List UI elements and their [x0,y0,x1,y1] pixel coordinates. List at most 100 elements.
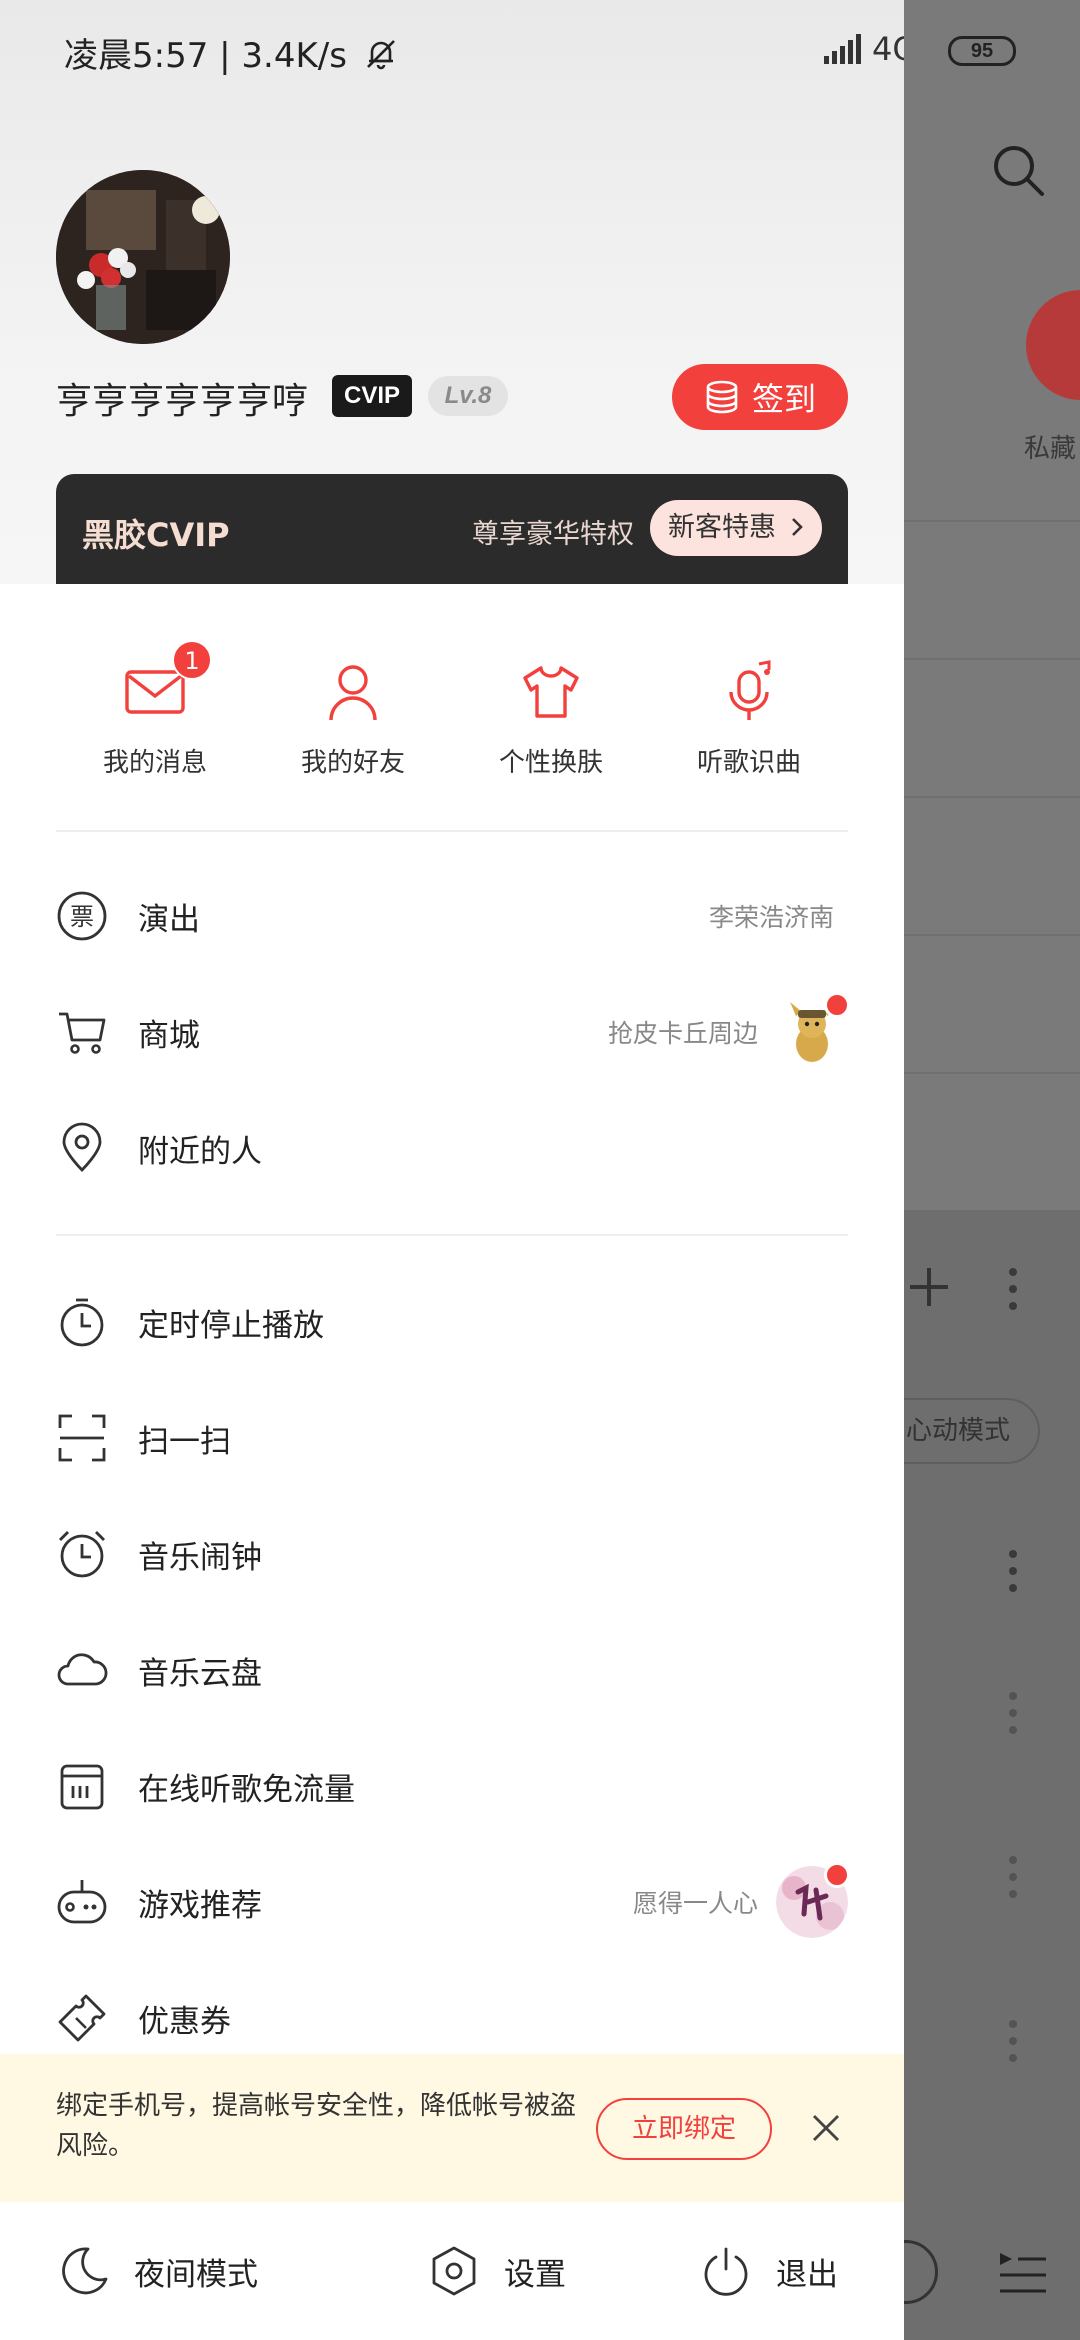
menu-label: 定时停止播放 [138,1307,324,1344]
chevron-right-icon [791,518,803,536]
vip-privilege-text: 尊享豪华特权 [472,519,634,550]
sim-icon [60,1764,104,1810]
background-divider [904,658,1080,660]
background-app: 私藏 心动模式 [904,0,1080,2340]
svg-text:票: 票 [70,903,94,931]
menu-label: 扫一扫 [138,1423,231,1460]
menu-item-game[interactable]: 游戏推荐 愿得一人心 [56,1844,850,1960]
message-count-badge: 1 [172,640,212,680]
background-heart-mode: 心动模式 [904,1398,1040,1464]
background-divider [904,520,1080,522]
status-time-text: 凌晨5:57 | 3.4K/s [64,36,347,76]
vip-offer-label: 新客特惠 [668,512,776,543]
battery-icon: 95 [948,36,1016,66]
menu-item-cloud-disk[interactable]: 音乐云盘 [56,1612,848,1728]
signin-label: 签到 [751,380,816,418]
avatar-image [56,170,230,344]
settings-label: 设置 [504,2256,566,2293]
mic-music-icon [729,660,771,720]
coupon-icon [58,1994,106,2042]
cloud-icon [57,1653,108,1686]
gear-icon [432,2246,476,2296]
bind-phone-banner: 绑定手机号，提高帐号安全性，降低帐号被盗风险。 立即绑定 [0,2054,904,2202]
new-dot [824,1862,850,1888]
background-label-private: 私藏 [1024,434,1077,464]
menu-label: 附近的人 [138,1133,262,1170]
background-divider [904,1072,1080,1074]
vip-badge[interactable]: CVIP [332,375,412,417]
game-icon [57,1880,107,1924]
bind-now-button[interactable]: 立即绑定 [596,2098,772,2160]
menu-label: 优惠券 [138,2003,231,2040]
menu-hint: 愿得一人心 [632,1889,758,1918]
quick-action-friends[interactable]: 我的好友 [254,630,452,780]
avatar[interactable] [56,170,230,344]
scan-icon [58,1414,106,1462]
quick-action-song-recognition[interactable]: 听歌识曲 [650,630,848,780]
menu-hint: 抢皮卡丘周边 [607,1019,758,1048]
network-type: 4G [872,30,904,68]
cart-icon [59,1012,106,1054]
more-icon [1008,1268,1018,1318]
quick-actions: 1 我的消息 我的好友 个性换肤 听歌识曲 [56,630,848,780]
menu-hint: 李荣浩济南 [708,903,834,932]
search-icon [994,146,1044,196]
background-divider [904,934,1080,936]
night-mode-button[interactable]: 夜间模式 [58,2202,258,2340]
more-icon [1008,1692,1018,1742]
quick-action-label: 我的好友 [300,748,405,778]
quick-action-messages[interactable]: 1 我的消息 [56,630,254,780]
menu-item-mall[interactable]: 商城 抢皮卡丘周边 [56,974,850,1090]
settings-button[interactable]: 设置 [428,2202,566,2340]
plus-icon [910,1268,948,1306]
background-heart-mode-label: 心动模式 [906,1416,1011,1446]
more-icon [1008,1856,1018,1906]
location-icon [62,1122,102,1172]
close-icon[interactable] [806,2108,846,2148]
status-time: 凌晨5:57 | 3.4K/s [64,28,398,77]
menu-label: 商城 [138,1017,200,1054]
shirt-icon [523,666,579,718]
divider [56,1234,848,1236]
logout-label: 退出 [776,2256,838,2293]
quick-action-label: 听歌识曲 [696,748,801,778]
menu-item-nearby[interactable]: 附近的人 [56,1090,848,1206]
moon-icon [62,2247,108,2295]
menu-label: 游戏推荐 [138,1887,262,1924]
status-bar: 凌晨5:57 | 3.4K/s [0,0,904,100]
divider [56,830,848,832]
playlist-icon [1000,2253,1046,2293]
menu-item-alarm[interactable]: 音乐闹钟 [56,1496,848,1612]
friend-icon [329,665,377,721]
username[interactable]: 亨亨亨亨亨亨哼 [56,372,308,424]
menu-item-performances[interactable]: 票 演出 李荣浩济南 [56,858,848,974]
drawer-bottom-bar: 夜间模式 设置 退出 [0,2202,904,2340]
quick-action-label: 我的消息 [102,748,207,778]
bell-off-icon [366,40,395,70]
alarm-icon [59,1531,105,1578]
quick-action-skins[interactable]: 个性换肤 [452,630,650,780]
background-divider [904,796,1080,798]
level-badge[interactable]: Lv.8 [428,376,508,416]
menu-item-sleep-timer[interactable]: 定时停止播放 [56,1264,848,1380]
logout-button[interactable]: 退出 [700,2202,838,2340]
quick-action-label: 个性换肤 [498,748,603,778]
power-icon [704,2247,748,2296]
menu-label: 音乐云盘 [138,1655,262,1692]
play-icon [904,2240,938,2304]
menu-label: 在线听歌免流量 [138,1771,355,1808]
menu-item-scan[interactable]: 扫一扫 [56,1380,848,1496]
coin-stack-icon [706,380,738,414]
vip-offer-pill[interactable]: 新客特惠 [650,500,822,556]
signin-button[interactable]: 签到 [672,364,848,430]
more-icon [1008,1550,1018,1600]
timer-icon [60,1298,104,1347]
side-drawer: 凌晨5:57 | 3.4K/s 4G [0,0,904,2340]
menu-item-free-data[interactable]: 在线听歌免流量 [56,1728,848,1844]
signal-icon [824,34,861,64]
menu-label: 演出 [138,901,200,938]
menu-label: 音乐闹钟 [138,1539,262,1576]
new-dot [824,992,850,1018]
vip-logo: 黑胶CVIP [82,516,230,554]
ticket-icon: 票 [57,891,107,941]
